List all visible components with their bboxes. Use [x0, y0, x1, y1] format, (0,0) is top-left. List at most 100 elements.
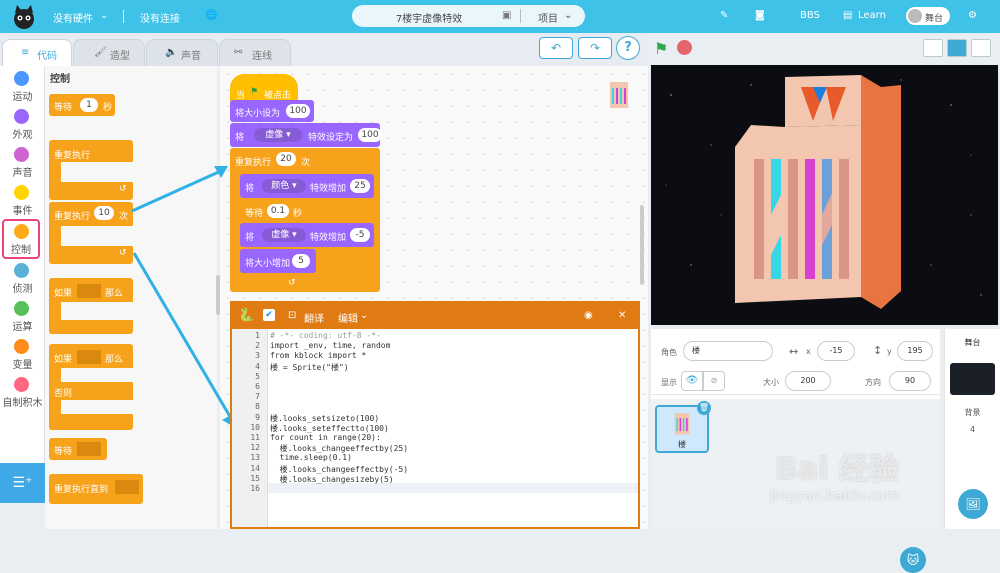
sprite-name-input[interactable]: 楼: [683, 341, 773, 361]
script-scrollbar[interactable]: [640, 205, 644, 285]
block-input[interactable]: 10: [94, 206, 114, 220]
green-flag-icon[interactable]: ⚑: [654, 39, 668, 58]
block-repeat-until[interactable]: 重复执行直到: [49, 474, 143, 504]
checkbox-checked-icon[interactable]: ✔: [263, 309, 275, 321]
undo-button[interactable]: ↶: [539, 37, 573, 59]
block-input[interactable]: 25: [350, 179, 370, 193]
run-icon[interactable]: ◉: [584, 310, 593, 321]
show-visible-button[interactable]: 👁: [681, 371, 703, 391]
category-sound[interactable]: 声音: [0, 144, 45, 182]
project-name[interactable]: 7楼宇虚像特效: [374, 10, 484, 25]
x-input[interactable]: -15: [817, 341, 855, 361]
direction-label: 方向: [865, 378, 881, 387]
block-change-size[interactable]: 将大小增加 5: [240, 249, 316, 273]
editor-tabs: ≡ 代码 🖌 造型 🔈 声音 ⚯ 连线 ↶ ↷ ?: [0, 33, 648, 66]
small-stage-button[interactable]: [923, 39, 943, 57]
hide-button[interactable]: ⊘: [703, 371, 725, 391]
size-input[interactable]: 200: [785, 371, 831, 391]
sprite-tile[interactable]: 楼 🗑: [655, 401, 711, 453]
globe-icon[interactable]: 🌐: [205, 10, 217, 21]
stage-canvas[interactable]: [651, 65, 998, 325]
backdrop-thumbnail[interactable]: [950, 363, 995, 395]
block-change-effect-ghost[interactable]: 将 虚像 ▾ 特效增加 -5: [240, 223, 374, 247]
condition-slot[interactable]: [77, 442, 101, 456]
dropdown-label: 虚像: [265, 130, 284, 140]
stop-button[interactable]: [677, 40, 692, 55]
connection-status[interactable]: 没有连接: [140, 10, 180, 25]
block-input[interactable]: 100: [286, 104, 310, 118]
category-control[interactable]: 控制: [2, 219, 40, 259]
pencil-icon[interactable]: ✎: [720, 10, 728, 21]
category-my-blocks[interactable]: 自制积木: [0, 374, 45, 412]
tab-sounds[interactable]: 🔈 声音: [146, 39, 218, 66]
learn-link[interactable]: Learn: [858, 10, 886, 21]
block-input[interactable]: 0.1: [267, 204, 289, 218]
code-line[interactable]: import _env, time, random: [270, 341, 390, 350]
translate-button[interactable]: 翻译: [304, 310, 324, 325]
code-line[interactable]: 楼.looks_changesizeby(5): [270, 474, 394, 485]
tab-costumes[interactable]: 🖌 造型: [73, 39, 145, 66]
category-events[interactable]: 事件: [0, 182, 45, 220]
tab-code[interactable]: ≡ 代码: [2, 39, 72, 66]
condition-slot[interactable]: [77, 350, 101, 364]
block-label: 将: [245, 184, 255, 194]
condition-slot[interactable]: [115, 480, 139, 494]
block-input[interactable]: 5: [292, 254, 310, 268]
trash-icon[interactable]: 🗑: [697, 401, 711, 415]
cat-logo-icon[interactable]: [10, 3, 38, 31]
normal-stage-button[interactable]: [947, 39, 967, 57]
block-input[interactable]: 1: [80, 98, 98, 112]
effect-dropdown[interactable]: 颜色 ▾: [262, 179, 306, 193]
fullscreen-button[interactable]: [971, 39, 991, 57]
block-if-else[interactable]: 如果 那么 否则: [49, 344, 133, 430]
block-input[interactable]: -5: [350, 228, 370, 242]
block-if-then[interactable]: 如果 那么: [49, 278, 133, 334]
code-line[interactable]: 楼 = Sprite("楼"): [270, 362, 349, 373]
redo-button[interactable]: ↷: [578, 37, 612, 59]
code-line[interactable]: # -*- coding: utf-8 -*-: [270, 331, 381, 340]
category-sensing[interactable]: 侦测: [0, 260, 45, 298]
add-sprite-button[interactable]: 🐱: [900, 547, 926, 573]
terminal-icon[interactable]: ⊡: [288, 310, 296, 321]
c-slot: [61, 302, 133, 320]
stage-toggle[interactable]: 舞台: [906, 7, 950, 25]
effect-dropdown[interactable]: 虚像 ▾: [254, 128, 302, 142]
help-button[interactable]: ?: [616, 36, 640, 60]
tab-wiring[interactable]: ⚯ 连线: [219, 39, 291, 66]
camera-icon[interactable]: ◙: [755, 10, 765, 21]
category-label: 变量: [12, 360, 33, 371]
block-forever[interactable]: 重复执行 ↺: [49, 140, 133, 200]
edit-menu[interactable]: 编辑: [338, 310, 358, 325]
block-wait[interactable]: 等待 1 秒: [49, 94, 115, 116]
category-list: 运动 外观 声音 事件 控制 侦测 运算 变量 自制积木: [0, 66, 45, 463]
close-icon[interactable]: ✕: [618, 310, 626, 321]
block-set-effect[interactable]: 将 虚像 ▾ 特效设定为 100: [230, 123, 382, 147]
bbs-link[interactable]: BBS: [800, 10, 820, 21]
block-wait-until[interactable]: 等待: [49, 438, 107, 460]
category-operators[interactable]: 运算: [0, 298, 45, 336]
block-wait[interactable]: 等待 0.1 秒: [240, 200, 306, 222]
block-label: 等待: [245, 209, 264, 219]
save-icon[interactable]: ▣: [502, 10, 511, 21]
project-menu[interactable]: 项目: [538, 10, 558, 25]
block-change-effect-color[interactable]: 将 颜色 ▾ 特效增加 25: [240, 174, 374, 198]
category-looks[interactable]: 外观: [0, 106, 45, 144]
hardware-menu[interactable]: 没有硬件: [53, 10, 93, 25]
block-input[interactable]: 100: [358, 128, 382, 142]
block-repeat[interactable]: 重复执行 10 次 ↺: [49, 202, 133, 264]
code-line[interactable]: from kblock import *: [270, 351, 366, 360]
category-label: 声音: [12, 168, 33, 179]
category-motion[interactable]: 运动: [0, 68, 45, 106]
code-line[interactable]: for count in range(20):: [270, 433, 381, 442]
category-variables[interactable]: 变量: [0, 336, 45, 374]
add-extension-button[interactable]: ☰⁺: [0, 463, 45, 503]
y-input[interactable]: 195: [897, 341, 933, 361]
watermark: Bai 经验 jingyan.baidu.com: [770, 440, 995, 525]
direction-input[interactable]: 90: [889, 371, 931, 391]
code-line[interactable]: time.sleep(0.1): [270, 453, 352, 462]
effect-dropdown[interactable]: 虚像 ▾: [262, 228, 306, 242]
block-input[interactable]: 20: [276, 152, 296, 166]
block-set-size[interactable]: 将大小设为 100: [230, 100, 314, 122]
gear-icon[interactable]: ⚙: [968, 10, 977, 21]
condition-slot[interactable]: [77, 284, 101, 298]
